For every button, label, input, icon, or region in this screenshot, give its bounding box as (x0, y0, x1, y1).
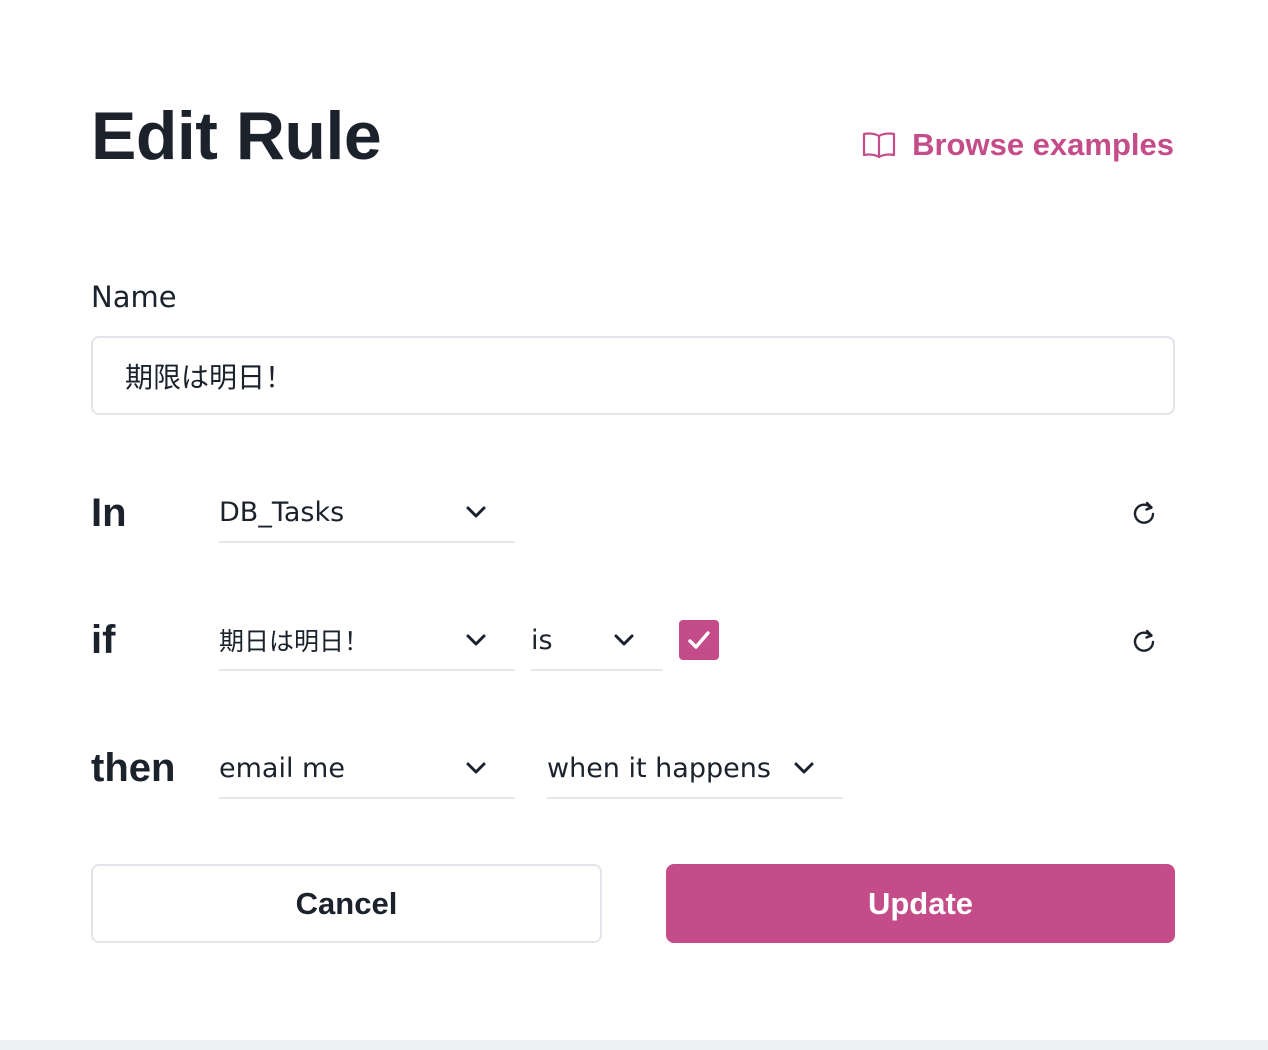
page-title: Edit Rule (91, 98, 382, 174)
book-open-icon (862, 131, 896, 159)
chevron-down-icon (466, 762, 486, 774)
edit-rule-dialog: Edit Rule Browse examples Name In DB_Tas… (0, 0, 1268, 1040)
if-row-label: if (91, 618, 116, 662)
database-select-value: DB_Tasks (219, 496, 345, 528)
chevron-down-icon (466, 506, 486, 518)
checkmark-icon (688, 631, 710, 649)
timing-select-value: when it happens (547, 752, 771, 784)
value-checkbox[interactable] (679, 620, 719, 660)
update-button[interactable]: Update (666, 864, 1175, 943)
browse-examples-link[interactable]: Browse examples (862, 124, 1174, 166)
timing-select[interactable]: when it happens (547, 739, 843, 799)
action-select[interactable]: email me (219, 739, 515, 799)
reset-in-icon[interactable] (1130, 499, 1158, 527)
chevron-down-icon (794, 762, 814, 774)
action-select-value: email me (219, 752, 345, 784)
property-select-value: 期日は明日！ (219, 627, 370, 656)
name-field-label: Name (91, 280, 177, 314)
cancel-button[interactable]: Cancel (91, 864, 602, 943)
database-select[interactable]: DB_Tasks (219, 483, 515, 543)
bottom-divider (0, 1040, 1268, 1050)
chevron-down-icon (466, 634, 486, 646)
in-row-label: In (91, 491, 127, 535)
browse-examples-label: Browse examples (912, 127, 1174, 162)
chevron-down-icon (614, 634, 634, 646)
reset-if-icon[interactable] (1130, 627, 1158, 655)
property-select[interactable]: 期日は明日！ (219, 611, 515, 671)
operator-select[interactable]: is (531, 611, 663, 671)
operator-select-value: is (531, 624, 553, 656)
name-input[interactable] (91, 336, 1175, 415)
then-row-label: then (91, 746, 176, 790)
